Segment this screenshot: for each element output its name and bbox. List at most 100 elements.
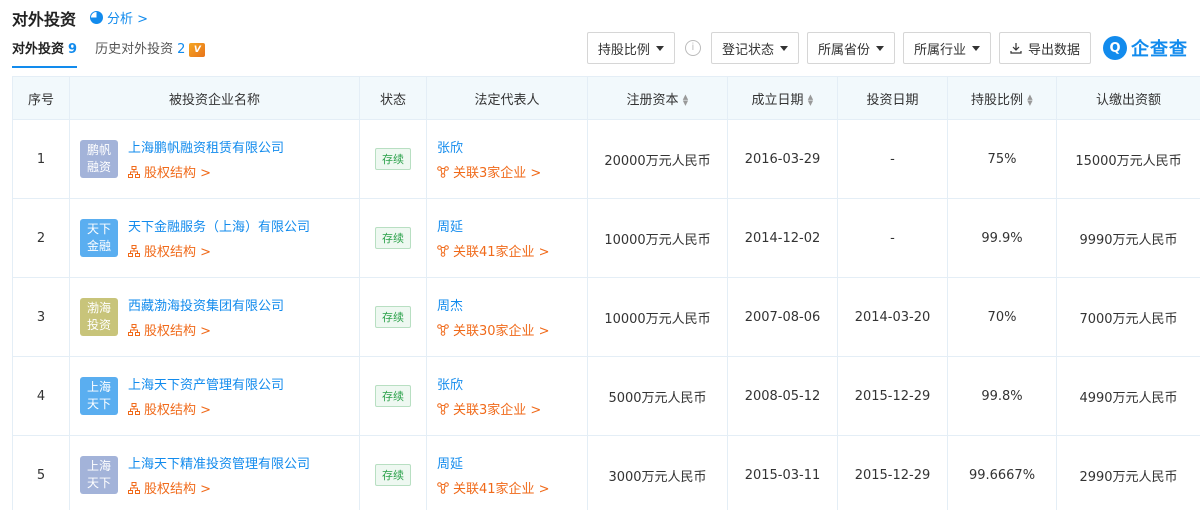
- page-title: 对外投资: [12, 10, 77, 29]
- company-name-link[interactable]: 天下金融服务（上海）有限公司: [128, 216, 310, 235]
- equity-structure-link[interactable]: 股权结构 >: [128, 399, 284, 418]
- capital-cell: 10000万元人民币: [587, 198, 728, 278]
- representative-link[interactable]: 周延: [437, 453, 587, 472]
- status-cell: 存续: [359, 435, 427, 510]
- subscribed-cell: 15000万元人民币: [1056, 119, 1200, 199]
- representative-cell: 张欣 关联3家企业 >: [426, 356, 588, 436]
- col-subscribed: 认缴出资额: [1056, 76, 1200, 120]
- invested-date-cell: 2015-12-29: [837, 356, 948, 436]
- equity-structure-link[interactable]: 股权结构 >: [128, 241, 310, 260]
- ratio-cell: 70%: [947, 277, 1057, 357]
- status-badge: 存续: [375, 464, 411, 486]
- filter-toolbar: 持股比例 i 登记状态 所属省份 所属行业 导出数据 Q 企查查: [586, 32, 1188, 64]
- org-chart-icon: [128, 323, 140, 336]
- equity-structure-link[interactable]: 股权结构 >: [128, 162, 284, 181]
- investment-table: 序号 被投资企业名称 状态 法定代表人 注册资本 ▲ ▼ 成立日期 ▲ ▼ 投资日期 持…: [12, 76, 1200, 510]
- link-network-icon: [437, 481, 449, 494]
- capital-cell: 5000万元人民币: [587, 356, 728, 436]
- subscribed-cell: 9990万元人民币: [1056, 198, 1200, 278]
- row-index: 2: [12, 198, 70, 278]
- table-row: 1 鹏帆 融资 上海鹏帆融资租赁有限公司 股权结构 > 存续 张欣 关联3家企业…: [12, 119, 1200, 199]
- export-button[interactable]: 导出数据: [998, 32, 1091, 64]
- industry-filter-dropdown[interactable]: 所属行业: [902, 32, 991, 64]
- status-filter-label: 登记状态: [721, 42, 774, 58]
- subscribed-cell: 2990万元人民币: [1056, 435, 1200, 510]
- table-row: 3 渤海 投资 西藏渤海投资集团有限公司 股权结构 > 存续 周杰 关联30家企…: [12, 277, 1200, 357]
- tab-investments[interactable]: 对外投资 9: [12, 40, 78, 68]
- invested-date-cell: 2014-03-20: [837, 277, 948, 357]
- tab-history-label: 历史对外投资: [95, 42, 174, 57]
- col-ratio[interactable]: 持股比例 ▲ ▼: [947, 76, 1057, 120]
- company-name-link[interactable]: 上海鹏帆融资租赁有限公司: [128, 137, 284, 156]
- founded-date-cell: 2007-08-06: [727, 277, 838, 357]
- qcc-logo-icon: Q: [1103, 36, 1127, 60]
- status-cell: 存续: [359, 356, 427, 436]
- representative-cell: 张欣 关联3家企业 >: [426, 119, 588, 199]
- related-companies-label: 关联41家企业 >: [453, 245, 550, 260]
- status-badge: 存续: [375, 385, 411, 407]
- representative-link[interactable]: 张欣: [437, 137, 587, 156]
- col-capital[interactable]: 注册资本 ▲ ▼: [587, 76, 728, 120]
- vip-icon: V: [189, 43, 206, 57]
- table-header-row: 序号 被投资企业名称 状态 法定代表人 注册资本 ▲ ▼ 成立日期 ▲ ▼ 投资日期 持…: [12, 76, 1200, 120]
- col-index: 序号: [12, 76, 70, 120]
- related-companies-link[interactable]: 关联41家企业 >: [437, 241, 587, 260]
- related-companies-link[interactable]: 关联30家企业 >: [437, 320, 587, 339]
- export-label: 导出数据: [1027, 42, 1080, 58]
- representative-link[interactable]: 张欣: [437, 374, 587, 393]
- table-row: 2 天下 金融 天下金融服务（上海）有限公司 股权结构 > 存续 周延 关联41…: [12, 198, 1200, 278]
- company-cell: 天下 金融 天下金融服务（上海）有限公司 股权结构 >: [69, 198, 360, 278]
- equity-structure-link[interactable]: 股权结构 >: [128, 320, 284, 339]
- representative-link[interactable]: 周杰: [437, 295, 587, 314]
- company-logo: 天下 金融: [80, 219, 118, 257]
- tab-history-count: 2: [177, 42, 186, 57]
- representative-link[interactable]: 周延: [437, 216, 587, 235]
- company-name-link[interactable]: 上海天下资产管理有限公司: [128, 374, 284, 393]
- row-index: 4: [12, 356, 70, 436]
- related-companies-link[interactable]: 关联3家企业 >: [437, 162, 587, 181]
- representative-cell: 周延 关联41家企业 >: [426, 198, 588, 278]
- status-cell: 存续: [359, 198, 427, 278]
- status-filter-dropdown[interactable]: 登记状态: [710, 32, 799, 64]
- analysis-label: 分析 >: [107, 12, 149, 27]
- status-badge: 存续: [375, 306, 411, 328]
- equity-structure-link[interactable]: 股权结构 >: [128, 478, 310, 497]
- founded-date-cell: 2016-03-29: [727, 119, 838, 199]
- table-row: 4 上海 天下 上海天下资产管理有限公司 股权结构 > 存续 张欣 关联3家企业…: [12, 356, 1200, 436]
- related-companies-link[interactable]: 关联41家企业 >: [437, 478, 587, 497]
- equity-label: 股权结构 >: [144, 403, 212, 418]
- ratio-filter-dropdown[interactable]: 持股比例: [586, 32, 675, 64]
- company-name-link[interactable]: 上海天下精准投资管理有限公司: [128, 453, 310, 472]
- equity-label: 股权结构 >: [144, 245, 212, 260]
- sort-icon: ▲ ▼: [682, 93, 689, 107]
- company-name-link[interactable]: 西藏渤海投资集团有限公司: [128, 295, 284, 314]
- org-chart-icon: [128, 244, 140, 257]
- section-header: 对外投资 分析 >: [0, 0, 1200, 34]
- company-logo: 上海 天下: [80, 377, 118, 415]
- related-companies-link[interactable]: 关联3家企业 >: [437, 399, 587, 418]
- province-filter-dropdown[interactable]: 所属省份: [806, 32, 895, 64]
- analysis-link[interactable]: 分析 >: [90, 8, 148, 27]
- company-cell: 上海 天下 上海天下精准投资管理有限公司 股权结构 >: [69, 435, 360, 510]
- tab-history-investments[interactable]: 历史对外投资 2 V: [95, 40, 206, 68]
- chevron-down-icon: [875, 45, 884, 51]
- invested-date-cell: -: [837, 198, 948, 278]
- row-index: 5: [12, 435, 70, 510]
- tab-investments-label: 对外投资: [12, 42, 65, 57]
- related-companies-label: 关联3家企业 >: [453, 166, 542, 181]
- tab-investments-count: 9: [68, 42, 78, 57]
- info-icon[interactable]: i: [684, 40, 701, 56]
- download-icon: [1010, 43, 1022, 54]
- col-company: 被投资企业名称: [69, 76, 360, 120]
- col-capital-label: 注册资本: [626, 92, 679, 108]
- col-founded[interactable]: 成立日期 ▲ ▼: [727, 76, 838, 120]
- company-logo: 鹏帆 融资: [80, 140, 118, 178]
- subscribed-cell: 7000万元人民币: [1056, 277, 1200, 357]
- representative-cell: 周杰 关联30家企业 >: [426, 277, 588, 357]
- col-representative: 法定代表人: [426, 76, 588, 120]
- ratio-filter-label: 持股比例: [597, 42, 650, 58]
- capital-cell: 3000万元人民币: [587, 435, 728, 510]
- org-chart-icon: [128, 402, 140, 415]
- founded-date-cell: 2014-12-02: [727, 198, 838, 278]
- representative-cell: 周延 关联41家企业 >: [426, 435, 588, 510]
